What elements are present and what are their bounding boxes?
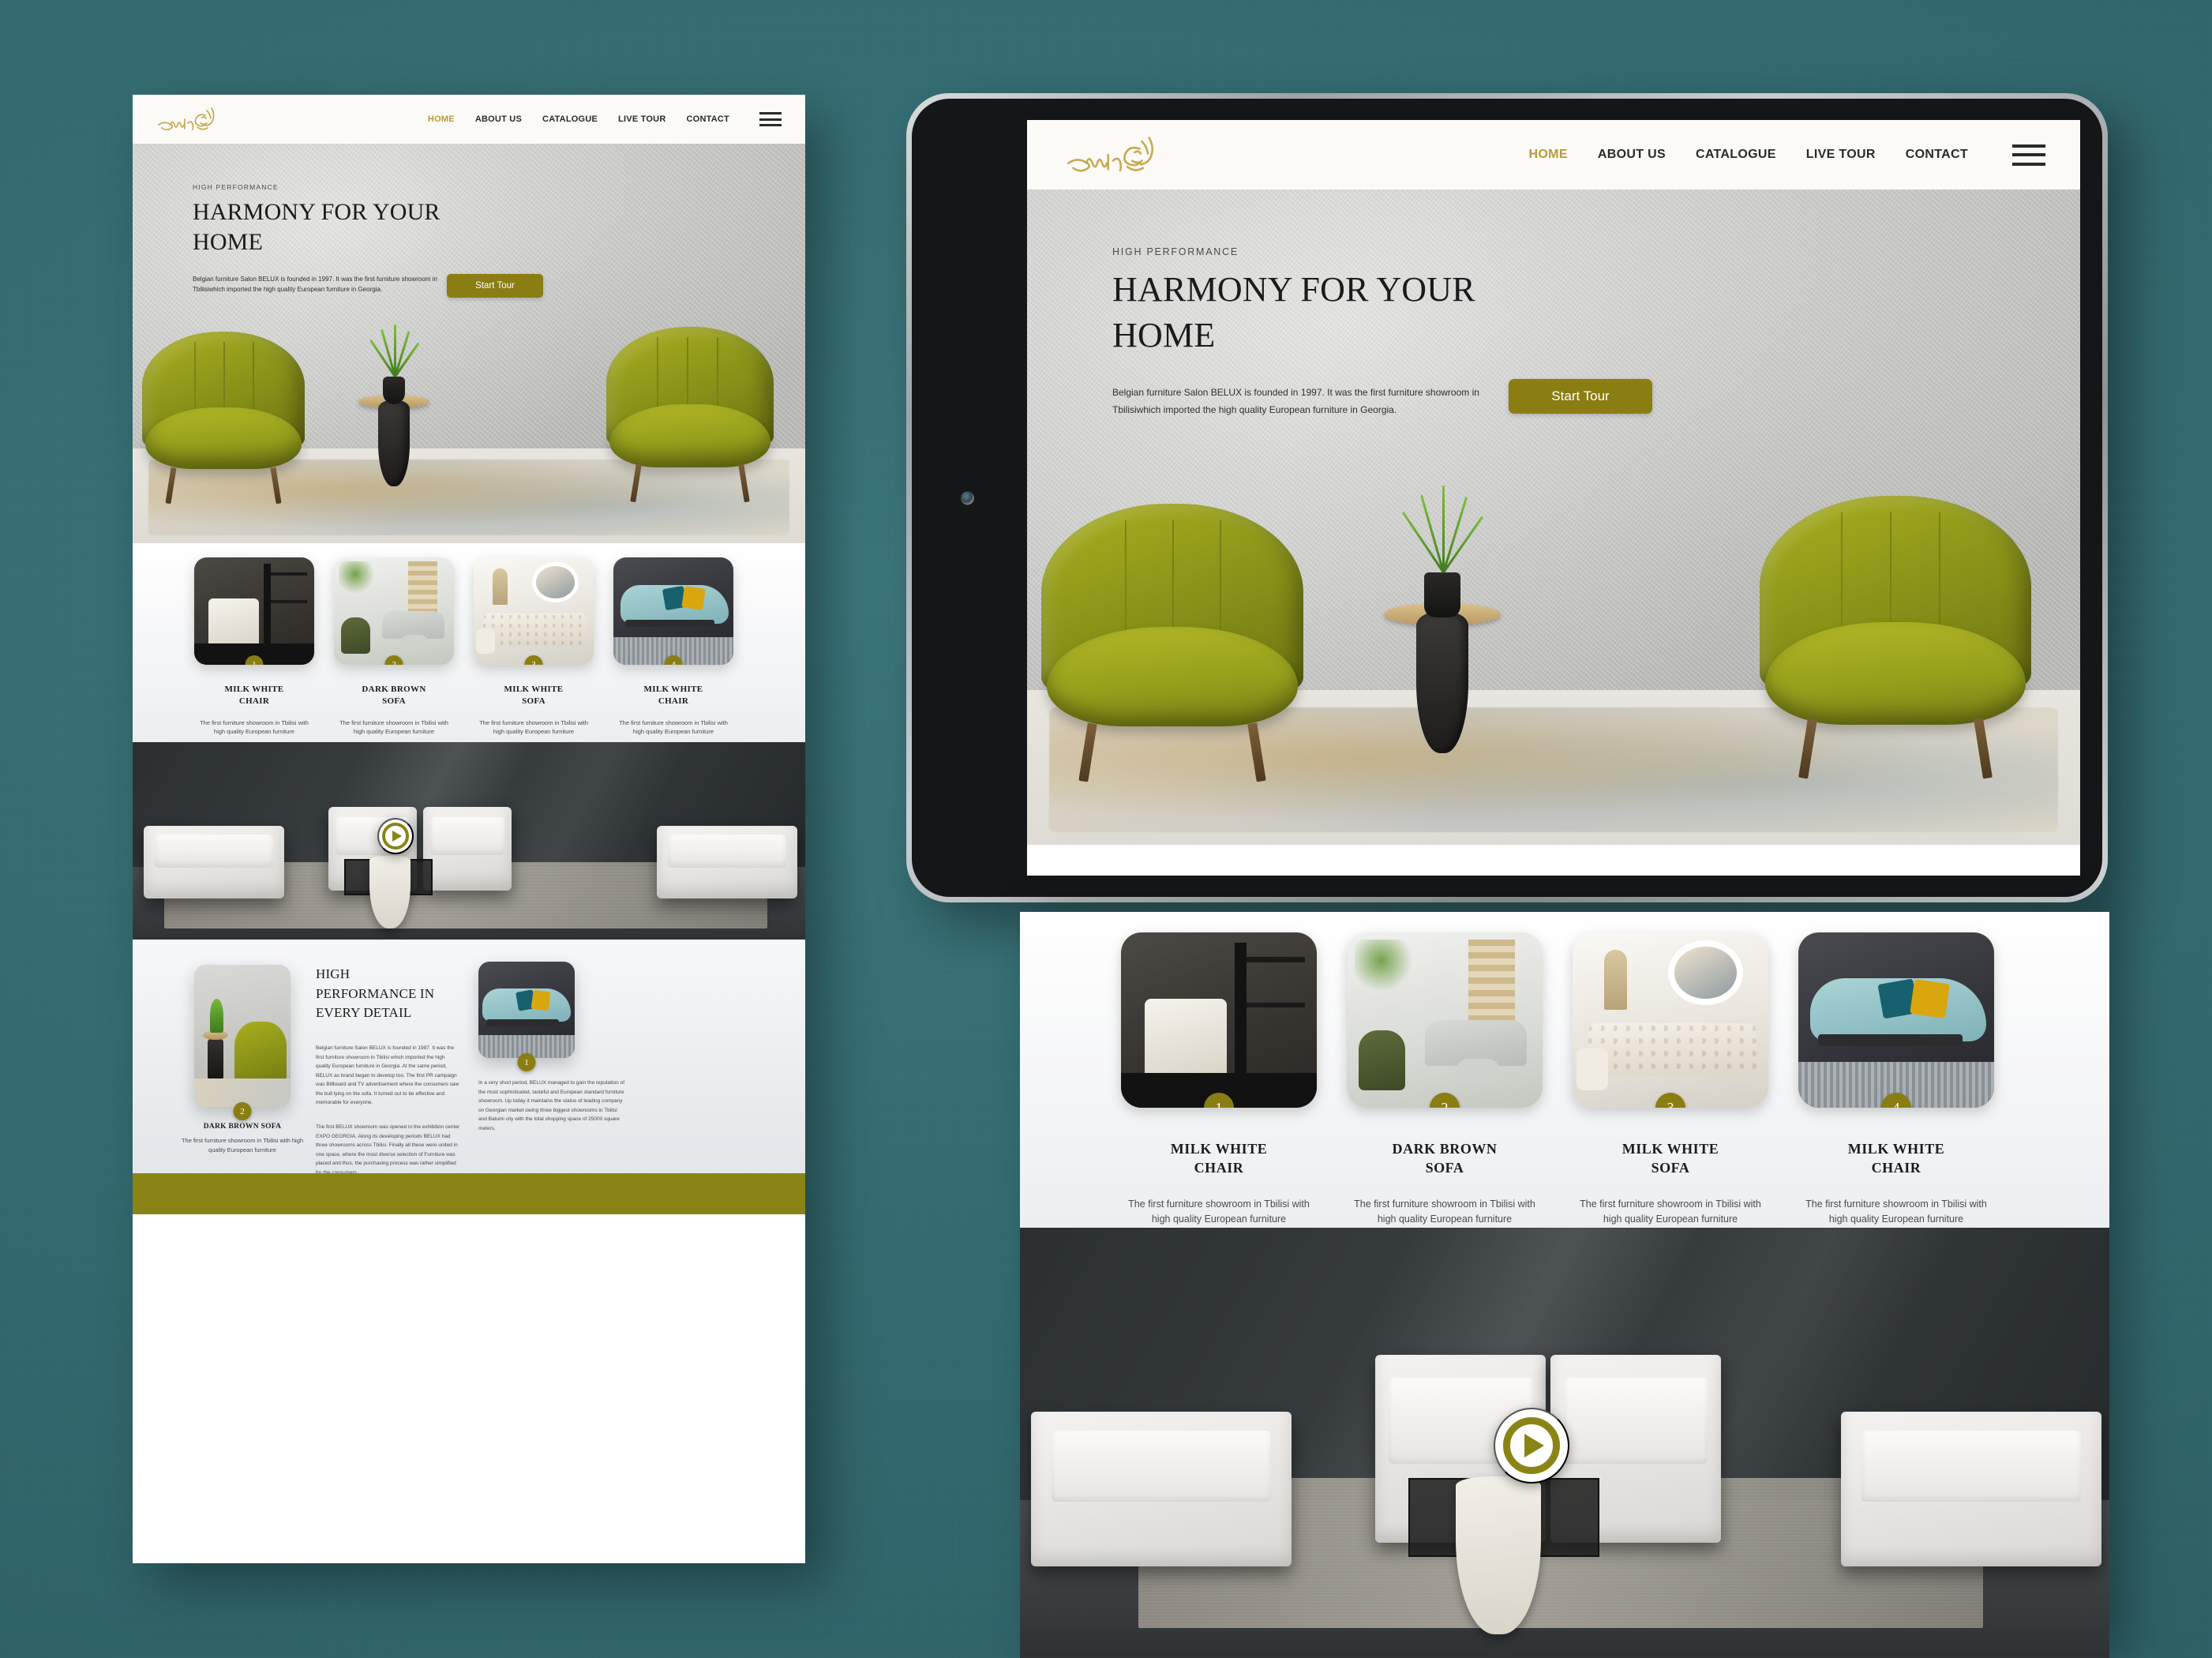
detail-image-left bbox=[194, 965, 291, 1107]
detail-right-badge: 1 bbox=[517, 1053, 536, 1071]
tablet-hero: HIGH PERFORMANCE HARMONY FOR YOUR HOME B… bbox=[1027, 189, 2080, 845]
nav-item-home[interactable]: HOME bbox=[428, 114, 455, 124]
tablet-hero-title: HARMONY FOR YOUR HOME bbox=[1112, 270, 1475, 355]
hero-title-line-2: HOME bbox=[193, 229, 263, 256]
tablet-navbar: HOME ABOUT US CATALOGUE LIVE TOUR CONTAC… bbox=[1027, 120, 2080, 189]
tablet-hamburger-menu-icon[interactable] bbox=[2012, 144, 2045, 166]
tablet-product-thumb-4: 4 bbox=[1798, 932, 1994, 1108]
tablet-front-camera-icon bbox=[961, 491, 974, 505]
nav-item-contact[interactable]: CONTACT bbox=[687, 114, 730, 124]
product-desc-3: The first furniture showroom in Tbilisi … bbox=[479, 718, 588, 736]
belux-logo[interactable] bbox=[156, 104, 229, 134]
product-card-4[interactable]: 4 MILK WHITE CHAIR The first furniture s… bbox=[613, 557, 733, 737]
desktop-video-section bbox=[133, 742, 805, 940]
tablet-product-desc-3: The first furniture showroom in Tbilisi … bbox=[1580, 1198, 1761, 1225]
detail-left-caption: DARK BROWN SOFA The first furniture show… bbox=[181, 1123, 304, 1153]
detail-heading: HIGH PERFORMANCE IN EVERY DETAIL bbox=[316, 966, 435, 1021]
tablet-nav-item-home[interactable]: HOME bbox=[1529, 148, 1568, 162]
hero-side-table bbox=[358, 395, 429, 486]
product-thumb-4: 4 bbox=[613, 557, 733, 665]
hero-furniture-scene bbox=[133, 314, 805, 543]
footer-bar bbox=[133, 1173, 805, 1214]
nav-item-about-us[interactable]: ABOUT US bbox=[475, 114, 522, 124]
tablet-start-tour-button[interactable]: Start Tour bbox=[1509, 379, 1652, 414]
product-desc-4: The first furniture showroom in Tbilisi … bbox=[619, 718, 728, 736]
product-title-1: MILK WHITE CHAIR bbox=[224, 685, 284, 706]
product-title-4: MILK WHITE CHAIR bbox=[643, 685, 703, 706]
detail-paragraph-1: Belgian furniture Salon BELUX is founded… bbox=[316, 1045, 459, 1106]
product-desc-2: The first furniture showroom in Tbilisi … bbox=[339, 718, 448, 736]
tablet-product-card-4[interactable]: 4 MILK WHITE CHAIR The first furniture s… bbox=[1798, 932, 1994, 1227]
product-card-2[interactable]: 2 DARK BROWN SOFA The first furniture sh… bbox=[334, 557, 454, 737]
desktop-navbar: HOME ABOUT US CATALOGUE LIVE TOUR CONTAC… bbox=[133, 95, 805, 144]
tablet-nav-item-live-tour[interactable]: LIVE TOUR bbox=[1806, 148, 1876, 162]
tablet-product-thumb-1: 1 bbox=[1121, 932, 1317, 1108]
nav-item-live-tour[interactable]: LIVE TOUR bbox=[618, 114, 665, 124]
tablet-scrolled-page: 1 MILK WHITE CHAIR The first furniture s… bbox=[1020, 912, 2109, 1658]
tablet-nav-links: HOME ABOUT US CATALOGUE LIVE TOUR CONTAC… bbox=[1499, 144, 2045, 166]
hero-title-line-1: HARMONY FOR YOUR bbox=[193, 199, 441, 225]
play-button-icon[interactable] bbox=[377, 818, 414, 854]
nav-item-catalogue[interactable]: CATALOGUE bbox=[542, 114, 598, 124]
detail-paragraph-3: In a very short period, BELUX managed to… bbox=[478, 1080, 625, 1131]
tablet-product-title-2: DARK BROWN SOFA bbox=[1392, 1141, 1498, 1176]
start-tour-button[interactable]: Start Tour bbox=[447, 274, 543, 298]
tablet-hero-copy: HIGH PERFORMANCE HARMONY FOR YOUR HOME B… bbox=[1112, 246, 1499, 419]
tablet-product-thumb-2: 2 bbox=[1347, 932, 1543, 1108]
hero-copy: HIGH PERFORMANCE HARMONY FOR YOUR HOME B… bbox=[193, 183, 453, 294]
tablet-screen: HOME ABOUT US CATALOGUE LIVE TOUR CONTAC… bbox=[1027, 120, 2080, 876]
tablet-hero-kicker: HIGH PERFORMANCE bbox=[1112, 246, 1239, 257]
detail-paragraph-2: The first BELUX showroom was opened in t… bbox=[316, 1124, 460, 1176]
tablet-hero-paragraph: Belgian furniture Salon BELUX is founded… bbox=[1112, 387, 1479, 416]
tablet-hero-plant bbox=[1401, 486, 1484, 617]
tablet-product-desc-4: The first furniture showroom in Tbilisi … bbox=[1805, 1198, 1987, 1225]
product-card-1[interactable]: 1 MILK WHITE CHAIR The first furniture s… bbox=[194, 557, 314, 737]
tablet-product-card-1[interactable]: 1 MILK WHITE CHAIR The first furniture s… bbox=[1121, 932, 1317, 1227]
tablet-product-title-4: MILK WHITE CHAIR bbox=[1847, 1141, 1945, 1176]
tablet-device-frame: HOME ABOUT US CATALOGUE LIVE TOUR CONTAC… bbox=[906, 93, 2108, 902]
tablet-hero-side-table bbox=[1384, 603, 1501, 753]
product-thumb-3: 3 bbox=[474, 557, 594, 665]
hamburger-menu-icon[interactable] bbox=[759, 112, 782, 126]
product-thumb-1: 1 bbox=[194, 557, 314, 665]
detail-left-badge: 2 bbox=[233, 1102, 252, 1120]
product-title-2: DARK BROWN SOFA bbox=[362, 685, 426, 706]
tablet-product-card-2[interactable]: 2 DARK BROWN SOFA The first furniture sh… bbox=[1347, 932, 1543, 1227]
hero-chair-right bbox=[606, 327, 774, 503]
tablet-product-title-1: MILK WHITE CHAIR bbox=[1170, 1141, 1268, 1176]
tablet-product-thumb-3: 3 bbox=[1573, 932, 1768, 1108]
tablet-product-card-3[interactable]: 3 MILK WHITE SOFA The first furniture sh… bbox=[1573, 932, 1768, 1227]
tablet-bezel: HOME ABOUT US CATALOGUE LIVE TOUR CONTAC… bbox=[912, 99, 2102, 897]
desktop-detail-section: 2 DARK BROWN SOFA The first furniture sh… bbox=[133, 940, 805, 1214]
tablet-product-cards: 1 MILK WHITE CHAIR The first furniture s… bbox=[1020, 912, 2109, 1228]
tablet-video-section bbox=[1020, 1228, 2109, 1658]
tablet-play-button-icon[interactable] bbox=[1494, 1408, 1569, 1484]
tablet-hero-chair-left bbox=[1041, 504, 1303, 782]
desktop-hero: HIGH PERFORMANCE HARMONY FOR YOUR HOME B… bbox=[133, 144, 805, 543]
product-thumb-2: 2 bbox=[334, 557, 454, 665]
hero-title: HARMONY FOR YOUR HOME bbox=[193, 197, 453, 258]
tablet-hero-chair-right bbox=[1760, 496, 2031, 779]
tablet-product-desc-2: The first furniture showroom in Tbilisi … bbox=[1354, 1198, 1535, 1225]
desktop-product-cards: 1 MILK WHITE CHAIR The first furniture s… bbox=[133, 543, 805, 742]
tablet-product-title-3: MILK WHITE SOFA bbox=[1622, 1141, 1719, 1176]
tablet-nav-item-contact[interactable]: CONTACT bbox=[1906, 148, 1968, 162]
tablet-nav-item-catalogue[interactable]: CATALOGUE bbox=[1696, 148, 1776, 162]
hero-chair-left bbox=[142, 332, 305, 505]
desktop-nav-links: HOME ABOUT US CATALOGUE LIVE TOUR CONTAC… bbox=[407, 112, 782, 126]
hero-paragraph: Belgian furniture Salon BELUX is founded… bbox=[193, 275, 437, 293]
product-desc-1: The first furniture showroom in Tbilisi … bbox=[200, 718, 309, 736]
tablet-product-desc-1: The first furniture showroom in Tbilisi … bbox=[1128, 1198, 1310, 1225]
desktop-mockup: HOME ABOUT US CATALOGUE LIVE TOUR CONTAC… bbox=[133, 95, 805, 1563]
hero-kicker: HIGH PERFORMANCE bbox=[193, 183, 279, 191]
tablet-nav-item-about-us[interactable]: ABOUT US bbox=[1598, 148, 1666, 162]
tablet-hero-furniture-scene bbox=[1027, 474, 2080, 845]
belux-logo-tablet[interactable] bbox=[1062, 132, 1179, 178]
product-title-3: MILK WHITE SOFA bbox=[504, 685, 564, 706]
detail-image-right bbox=[478, 962, 575, 1058]
product-card-3[interactable]: 3 MILK WHITE SOFA The first furniture sh… bbox=[474, 557, 594, 737]
hero-plant bbox=[369, 324, 420, 404]
